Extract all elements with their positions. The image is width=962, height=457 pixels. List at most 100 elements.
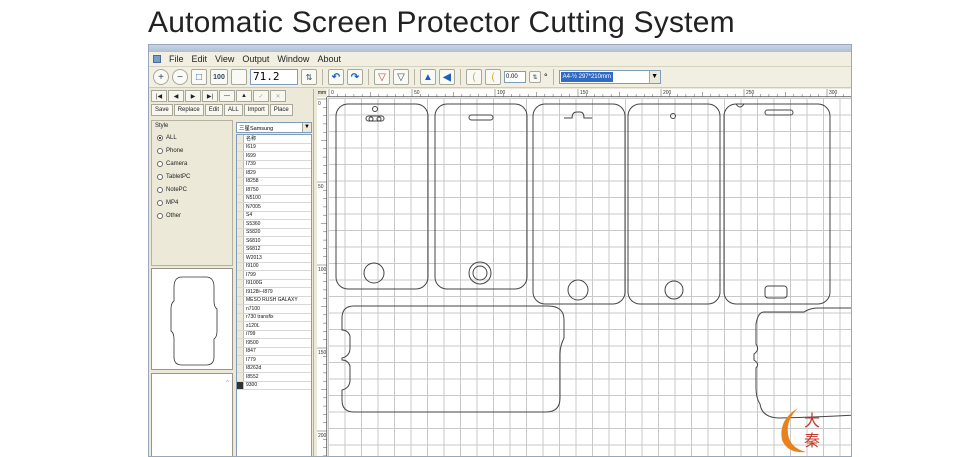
- first-record-button[interactable]: |◀: [151, 90, 167, 102]
- list-item[interactable]: I9100: [237, 262, 311, 271]
- list-item[interactable]: I8262d: [237, 364, 311, 373]
- mirror-left-icon[interactable]: ◀: [439, 69, 455, 85]
- list-item[interactable]: s120L: [237, 322, 311, 331]
- model-list[interactable]: 名称 I619 I699 I739 I829 I8258 I8750 N5100…: [236, 134, 312, 456]
- shape-preview: [151, 268, 233, 370]
- menu-output[interactable]: Output: [242, 54, 269, 64]
- style-option-mp4[interactable]: MP4: [152, 196, 232, 209]
- radio-icon[interactable]: [157, 134, 163, 141]
- list-item[interactable]: I8552: [237, 373, 311, 382]
- list-item[interactable]: I8258: [237, 177, 311, 186]
- list-item[interactable]: S5360: [237, 220, 311, 229]
- style-option-tabletpc[interactable]: TabletPC: [152, 170, 232, 183]
- phone-template-shape[interactable]: [434, 103, 528, 290]
- list-item[interactable]: I847: [237, 347, 311, 356]
- info-panel: ^: [151, 373, 233, 456]
- list-item[interactable]: N5100: [237, 194, 311, 203]
- list-item[interactable]: I699: [237, 152, 311, 161]
- list-item[interactable]: I9500: [237, 339, 311, 348]
- list-item[interactable]: S6810: [237, 237, 311, 246]
- menu-edit[interactable]: Edit: [192, 54, 208, 64]
- style-option-label: NotePC: [166, 186, 188, 193]
- angle-spinner-icon[interactable]: ⇅: [529, 71, 541, 83]
- menu-window[interactable]: Window: [277, 54, 309, 64]
- spinner-icon[interactable]: ⇅: [301, 69, 317, 85]
- cancel-record-button[interactable]: ✕: [270, 90, 286, 102]
- list-item[interactable]: S6812: [237, 245, 311, 254]
- phone-template-shape[interactable]: [723, 103, 831, 305]
- rotate-left-icon[interactable]: ↶: [328, 69, 344, 85]
- menu-about[interactable]: About: [317, 54, 341, 64]
- blank-page-icon[interactable]: [231, 69, 247, 85]
- list-item[interactable]: 9300: [237, 381, 311, 390]
- edit-button[interactable]: Edit: [204, 104, 224, 116]
- main-toolbar: + − □ 100 71.2 ⇅ ↶ ↷ ▽ ▽ ▲ ◀ ( ( 0.00 ⇅ …: [149, 66, 851, 88]
- phone-template-shape[interactable]: [627, 103, 721, 305]
- style-option-camera[interactable]: Camera: [152, 157, 232, 170]
- place-button[interactable]: Place: [269, 104, 293, 116]
- style-option-all[interactable]: ALL: [152, 131, 232, 144]
- confirm-record-button[interactable]: ✓: [253, 90, 269, 102]
- zoom-in-icon[interactable]: +: [153, 69, 169, 85]
- menu-file[interactable]: File: [169, 54, 184, 64]
- prev-record-button[interactable]: ◀: [168, 90, 184, 102]
- logo-char-2: 秦: [804, 431, 820, 450]
- last-record-button[interactable]: ▶|: [202, 90, 218, 102]
- paper-size-select[interactable]: A4-½ 297*210mm ▼: [558, 70, 661, 84]
- list-item[interactable]: W2013: [237, 254, 311, 263]
- app-icon: [153, 55, 161, 63]
- radio-icon[interactable]: [157, 147, 163, 154]
- mirror-up-icon[interactable]: ▲: [420, 69, 436, 85]
- list-item[interactable]: I829: [237, 169, 311, 178]
- radio-icon[interactable]: [157, 199, 163, 206]
- all-button[interactable]: ALL: [224, 104, 243, 116]
- zoom-out-icon[interactable]: −: [172, 69, 188, 85]
- list-item[interactable]: I8750: [237, 186, 311, 195]
- radio-icon[interactable]: [157, 173, 163, 180]
- phone-template-shape[interactable]: [532, 103, 626, 305]
- zoom-input[interactable]: 71.2: [250, 69, 298, 85]
- list-item[interactable]: S5820: [237, 228, 311, 237]
- cutting-canvas[interactable]: [328, 98, 851, 456]
- phone-template-shape[interactable]: [335, 103, 429, 290]
- list-item[interactable]: I9128i--I879: [237, 288, 311, 297]
- chevron-down-icon[interactable]: ▼: [648, 71, 660, 83]
- list-item[interactable]: I9100G: [237, 279, 311, 288]
- ruler-label: 300: [829, 90, 838, 96]
- style-option-other[interactable]: Other: [152, 209, 232, 222]
- rotate-right-icon[interactable]: ↷: [347, 69, 363, 85]
- save-button[interactable]: Save: [151, 104, 173, 116]
- replace-button[interactable]: Replace: [173, 104, 204, 116]
- brand-select[interactable]: 三星Samsung ▼: [236, 122, 312, 133]
- list-item[interactable]: S4: [237, 211, 311, 220]
- tablet-template-shape[interactable]: [341, 305, 565, 413]
- list-item[interactable]: n7100: [237, 305, 311, 314]
- arc-right-icon[interactable]: (: [485, 69, 501, 85]
- list-item[interactable]: I619: [237, 143, 311, 152]
- list-item[interactable]: N7005: [237, 203, 311, 212]
- delete-record-button[interactable]: —: [219, 90, 235, 102]
- radio-icon[interactable]: [157, 186, 163, 193]
- import-button[interactable]: Import: [243, 104, 269, 116]
- list-item[interactable]: I779: [237, 356, 311, 365]
- arc-left-icon[interactable]: (: [466, 69, 482, 85]
- chevron-down-icon[interactable]: ▼: [302, 123, 311, 132]
- radio-icon[interactable]: [157, 212, 163, 219]
- flip-outline-icon[interactable]: ▽: [393, 69, 409, 85]
- list-item[interactable]: MESO RUSH GALAXY: [237, 296, 311, 305]
- style-option-notepc[interactable]: NotePC: [152, 183, 232, 196]
- list-item[interactable]: r730 transfix: [237, 313, 311, 322]
- list-item[interactable]: I739: [237, 160, 311, 169]
- next-record-button[interactable]: ▶: [185, 90, 201, 102]
- up-record-button[interactable]: ▲: [236, 90, 252, 102]
- actual-size-button[interactable]: 100: [210, 69, 228, 85]
- menu-view[interactable]: View: [215, 54, 234, 64]
- style-option-phone[interactable]: Phone: [152, 144, 232, 157]
- radio-icon[interactable]: [157, 160, 163, 167]
- fit-page-icon[interactable]: □: [191, 69, 207, 85]
- preview-outline-icon: [170, 276, 218, 366]
- flip-vertical-icon[interactable]: ▽: [374, 69, 390, 85]
- list-item[interactable]: I799: [237, 271, 311, 280]
- rotation-angle-input[interactable]: 0.00: [504, 71, 526, 83]
- list-item[interactable]: i799: [237, 330, 311, 339]
